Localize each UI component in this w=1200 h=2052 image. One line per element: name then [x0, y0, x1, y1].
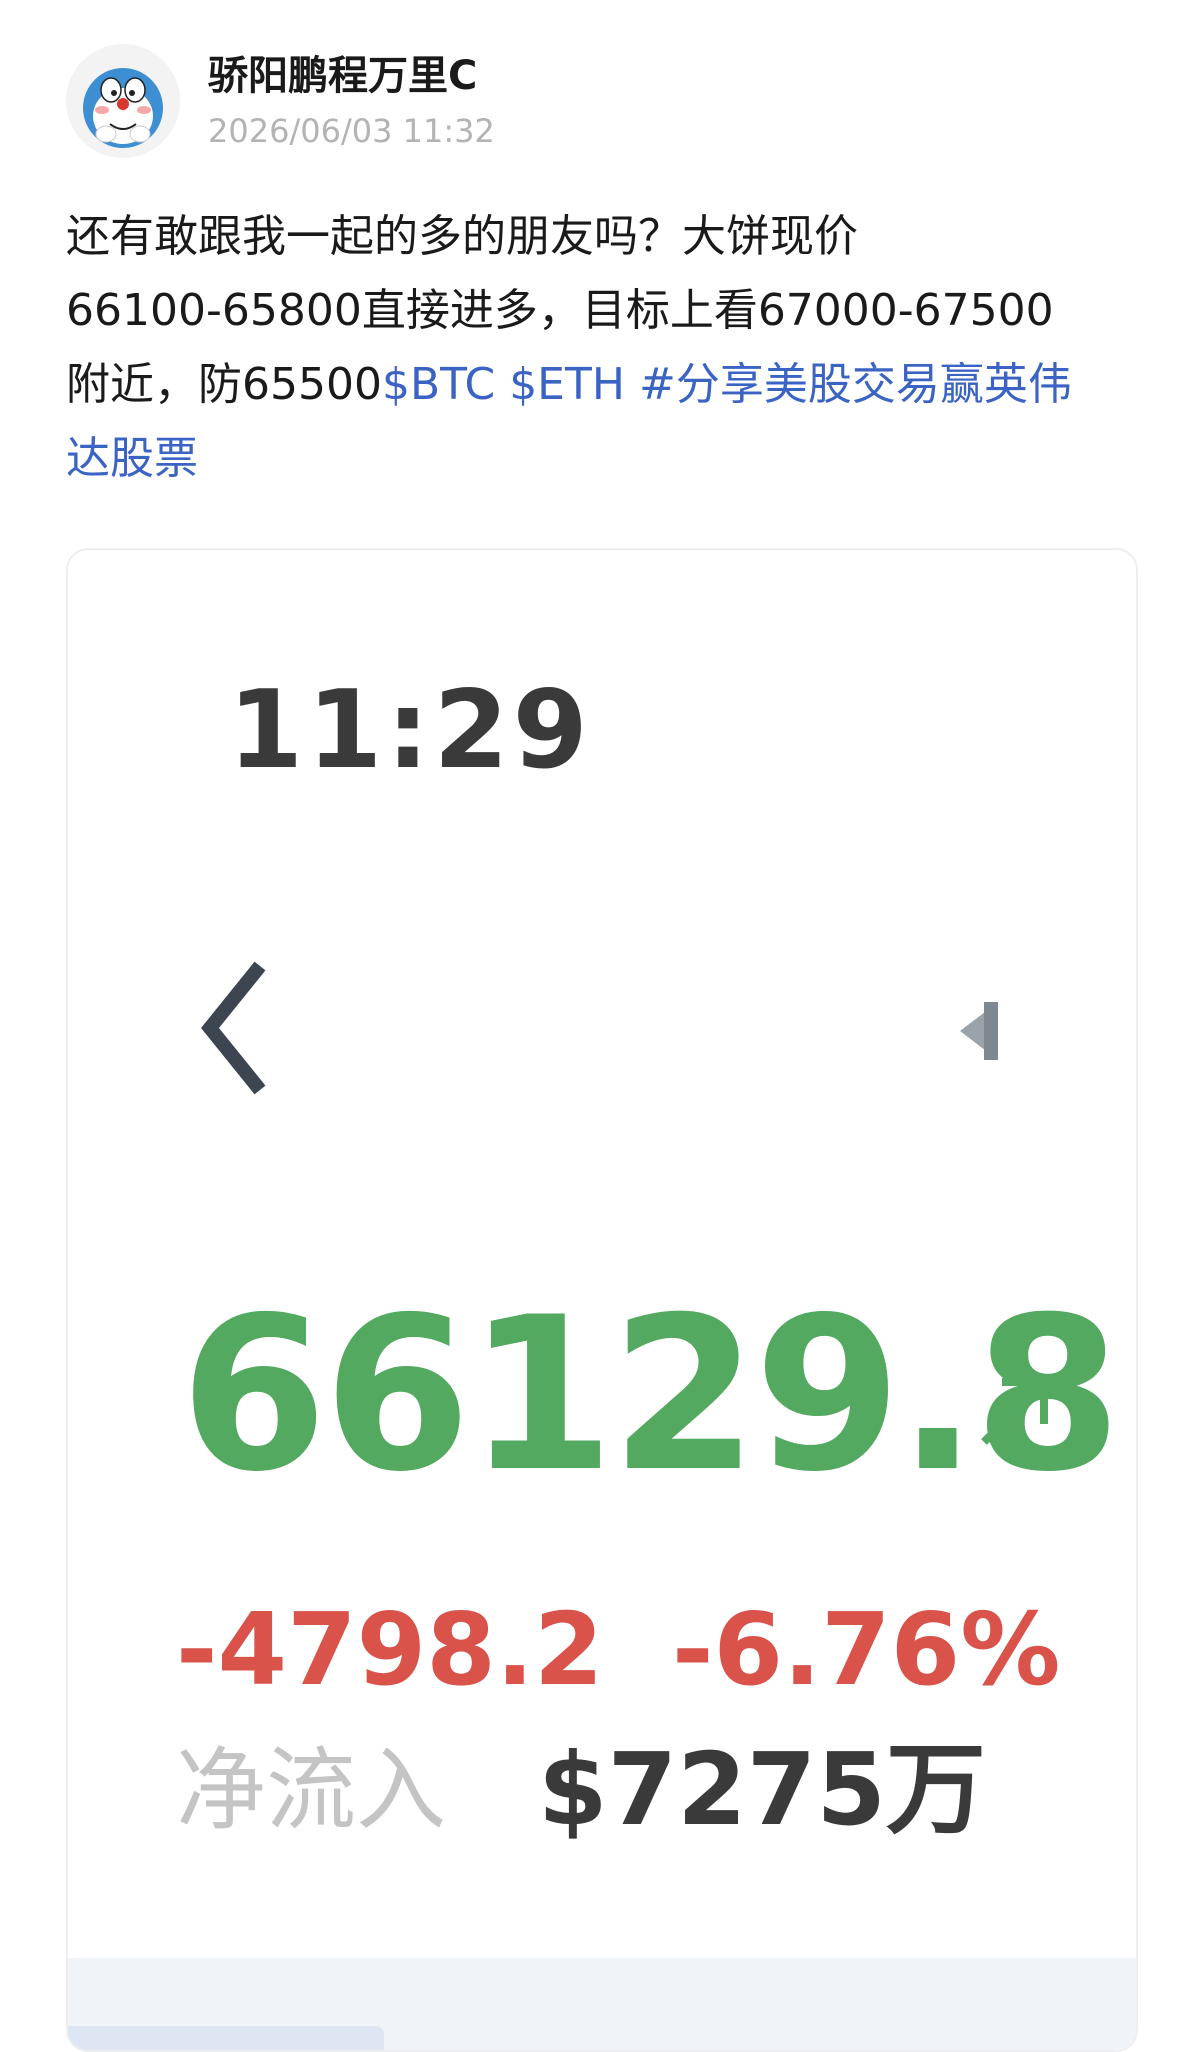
post-text-line: 附近，防65500$BTC $ETH #分享美股交易赢英伟 — [66, 348, 1146, 422]
cashtag-btc[interactable]: $BTC — [382, 359, 495, 410]
footer-tab-indicator — [68, 2026, 384, 2050]
avatar[interactable] — [66, 44, 180, 158]
cashtag-eth[interactable]: $ETH — [509, 359, 625, 410]
post-text-line: 还有敢跟我一起的多的朋友吗？大饼现价 — [66, 211, 858, 262]
triangle-left-icon — [954, 998, 1002, 1064]
price-change-percent: -6.76% — [672, 1591, 1061, 1708]
price-change-absolute: -4798.2 — [176, 1591, 604, 1708]
card-footer — [68, 1958, 1136, 2050]
post-text-segment: 附近，防65500 — [66, 359, 382, 410]
card-clock-time: 11:29 — [228, 668, 592, 793]
chevron-left-icon — [196, 958, 276, 1098]
post-timestamp: 2026/06/03 11:32 — [208, 112, 495, 150]
hashtag-link[interactable]: #分享美股交易赢英伟 — [639, 359, 1072, 410]
net-inflow-value: $7275万 — [538, 1731, 986, 1848]
hashtag-link-continued[interactable]: 达股票 — [66, 422, 1146, 496]
post-text-line: 66100-65800直接进多，目标上看67000-67500 — [66, 285, 1054, 336]
arrow-up-right-icon — [976, 1370, 1056, 1450]
doraemon-avatar-icon — [66, 44, 180, 158]
author-name[interactable]: 骄阳鹏程万里C — [208, 48, 477, 104]
net-inflow-label: 净流入 — [176, 1738, 446, 1843]
post-image-card[interactable]: 11:29 66129.8 -4798.2 -6.76% 净流入 $7275万 — [66, 548, 1138, 2052]
post-content: 还有敢跟我一起的多的朋友吗？大饼现价 66100-65800直接进多，目标上看6… — [66, 200, 1146, 496]
